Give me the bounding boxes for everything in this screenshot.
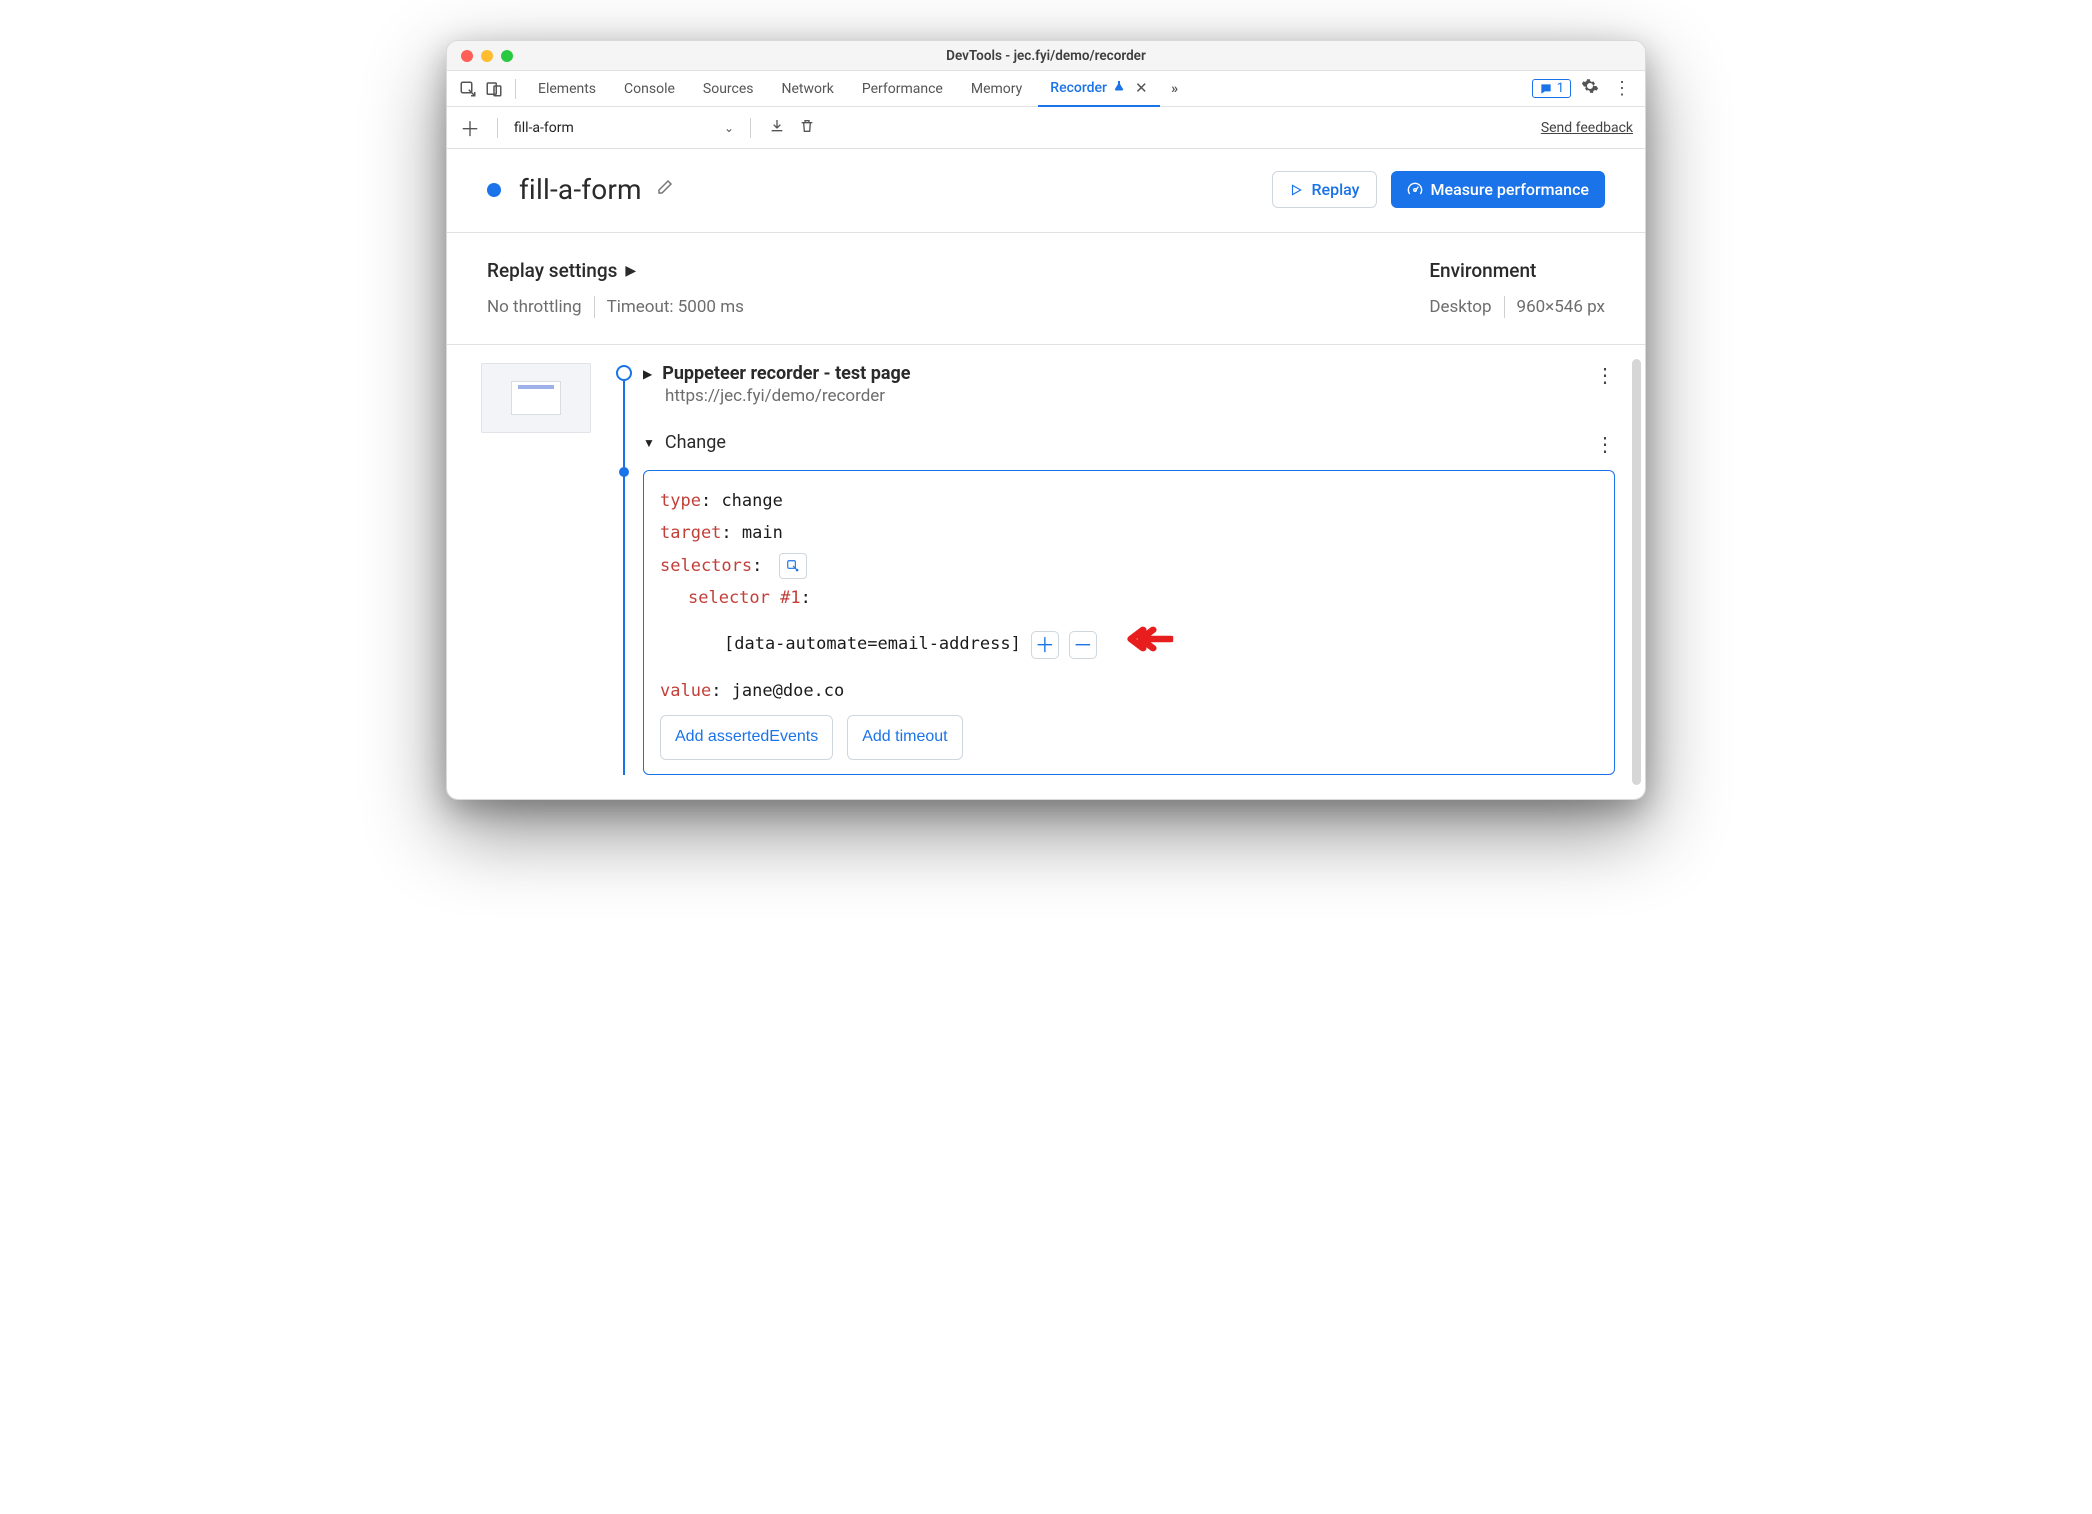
scrollbar[interactable] [1632,359,1641,785]
tab-console[interactable]: Console [612,73,687,105]
more-options-icon[interactable]: ⋮ [1609,78,1635,99]
field-selectors-key: selectors [660,556,752,576]
expand-icon[interactable]: ▶ [643,367,652,381]
measure-performance-button[interactable]: Measure performance [1391,171,1606,208]
replay-settings[interactable]: Replay settings ▶ No throttling Timeout:… [487,259,744,318]
field-value-value[interactable]: jane@doe.co [732,681,845,701]
add-timeout-button[interactable]: Add timeout [847,715,962,759]
field-selector1-key: selector #1 [688,588,801,608]
separator [515,79,516,99]
timeline-node-change [619,467,629,477]
console-messages-badge[interactable]: 1 [1532,79,1571,98]
throttling-value: No throttling [487,297,582,317]
settings-icon[interactable] [1575,77,1605,100]
settings-row: Replay settings ▶ No throttling Timeout:… [447,233,1645,345]
annotation-arrow-icon [1125,614,1173,675]
messages-count: 1 [1557,81,1564,96]
flask-icon [1113,79,1125,97]
more-tabs-icon[interactable]: » [1164,78,1186,100]
separator [497,118,498,138]
download-icon[interactable] [767,118,787,138]
remove-selector-button[interactable]: － [1069,631,1097,659]
titlebar: DevTools - jec.fyi/demo/recorder [447,41,1645,71]
step-start-title: Puppeteer recorder - test page [662,363,910,384]
tab-performance[interactable]: Performance [850,73,955,105]
delete-icon[interactable] [797,118,817,138]
environment-settings: Environment Desktop 960×546 px [1429,259,1605,318]
send-feedback-link[interactable]: Send feedback [1541,120,1633,136]
devtools-window: DevTools - jec.fyi/demo/recorder Element… [446,40,1646,800]
chevron-down-icon: ⌄ [724,121,734,135]
field-value-key: value [660,681,711,701]
recording-title: fill-a-form [519,173,642,206]
recorder-toolbar: ＋ fill-a-form ⌄ Send feedback [447,107,1645,149]
tab-sources[interactable]: Sources [691,73,766,105]
steps-timeline: ▶ Puppeteer recorder - test page https:/… [611,363,1633,775]
step-start-url: https://jec.fyi/demo/recorder [665,386,1595,406]
play-icon [1289,183,1303,197]
replay-button[interactable]: Replay [1272,171,1376,208]
timeline-node-start [616,365,632,381]
recording-dot-icon [487,183,501,197]
tab-recorder[interactable]: Recorder ✕ [1038,71,1159,107]
message-icon [1539,82,1553,96]
step-options-icon[interactable]: ⋮ [1595,363,1615,387]
add-asserted-events-button[interactable]: Add assertedEvents [660,715,833,759]
step-change-label: Change [665,432,726,453]
new-recording-icon[interactable]: ＋ [459,113,481,142]
window-title: DevTools - jec.fyi/demo/recorder [447,48,1645,64]
separator [750,118,751,138]
environment-heading: Environment [1429,259,1605,282]
add-selector-button[interactable]: ＋ [1031,631,1059,659]
step-start[interactable]: ▶ Puppeteer recorder - test page https:/… [643,363,1615,406]
devtools-tabs: Elements Console Sources Network Perform… [447,71,1645,107]
gauge-icon [1407,182,1423,198]
separator [1504,296,1505,318]
step-detail-box: type: change target: main selectors: sel… [643,470,1615,775]
field-target-value[interactable]: main [742,523,783,543]
environment-dims: 960×546 px [1517,297,1605,317]
timeline-line [623,373,625,775]
field-type-value[interactable]: change [721,491,782,511]
selector-picker-button[interactable] [779,553,807,579]
recording-select[interactable]: fill-a-form ⌄ [514,120,734,136]
field-type-key: type [660,491,701,511]
replay-settings-heading: Replay settings [487,259,617,282]
timeout-value: Timeout: 5000 ms [607,297,744,317]
tab-elements[interactable]: Elements [526,73,608,105]
step-change: ▼ Change ⋮ type: change target: main sel… [643,432,1615,775]
field-selector1-value[interactable]: [data-automate=email-address] [724,628,1021,660]
separator [594,296,595,318]
replay-label: Replay [1311,180,1359,199]
close-tab-icon[interactable]: ✕ [1135,79,1148,97]
tab-memory[interactable]: Memory [959,73,1034,105]
field-target-key: target [660,523,721,543]
recording-header: fill-a-form Replay Measure performance [447,149,1645,233]
page-thumbnail[interactable] [481,363,591,433]
inspect-icon[interactable] [457,78,479,100]
tab-recorder-label: Recorder [1050,80,1107,96]
steps-content: ▶ Puppeteer recorder - test page https:/… [447,345,1645,799]
device-toggle-icon[interactable] [483,78,505,100]
chevron-right-icon: ▶ [625,263,636,279]
collapse-icon[interactable]: ▼ [643,436,655,450]
step-options-icon[interactable]: ⋮ [1595,432,1615,456]
edit-title-icon[interactable] [656,178,674,201]
tab-network[interactable]: Network [770,73,846,105]
measure-label: Measure performance [1431,180,1590,199]
environment-device: Desktop [1429,297,1491,317]
recording-name: fill-a-form [514,120,574,136]
